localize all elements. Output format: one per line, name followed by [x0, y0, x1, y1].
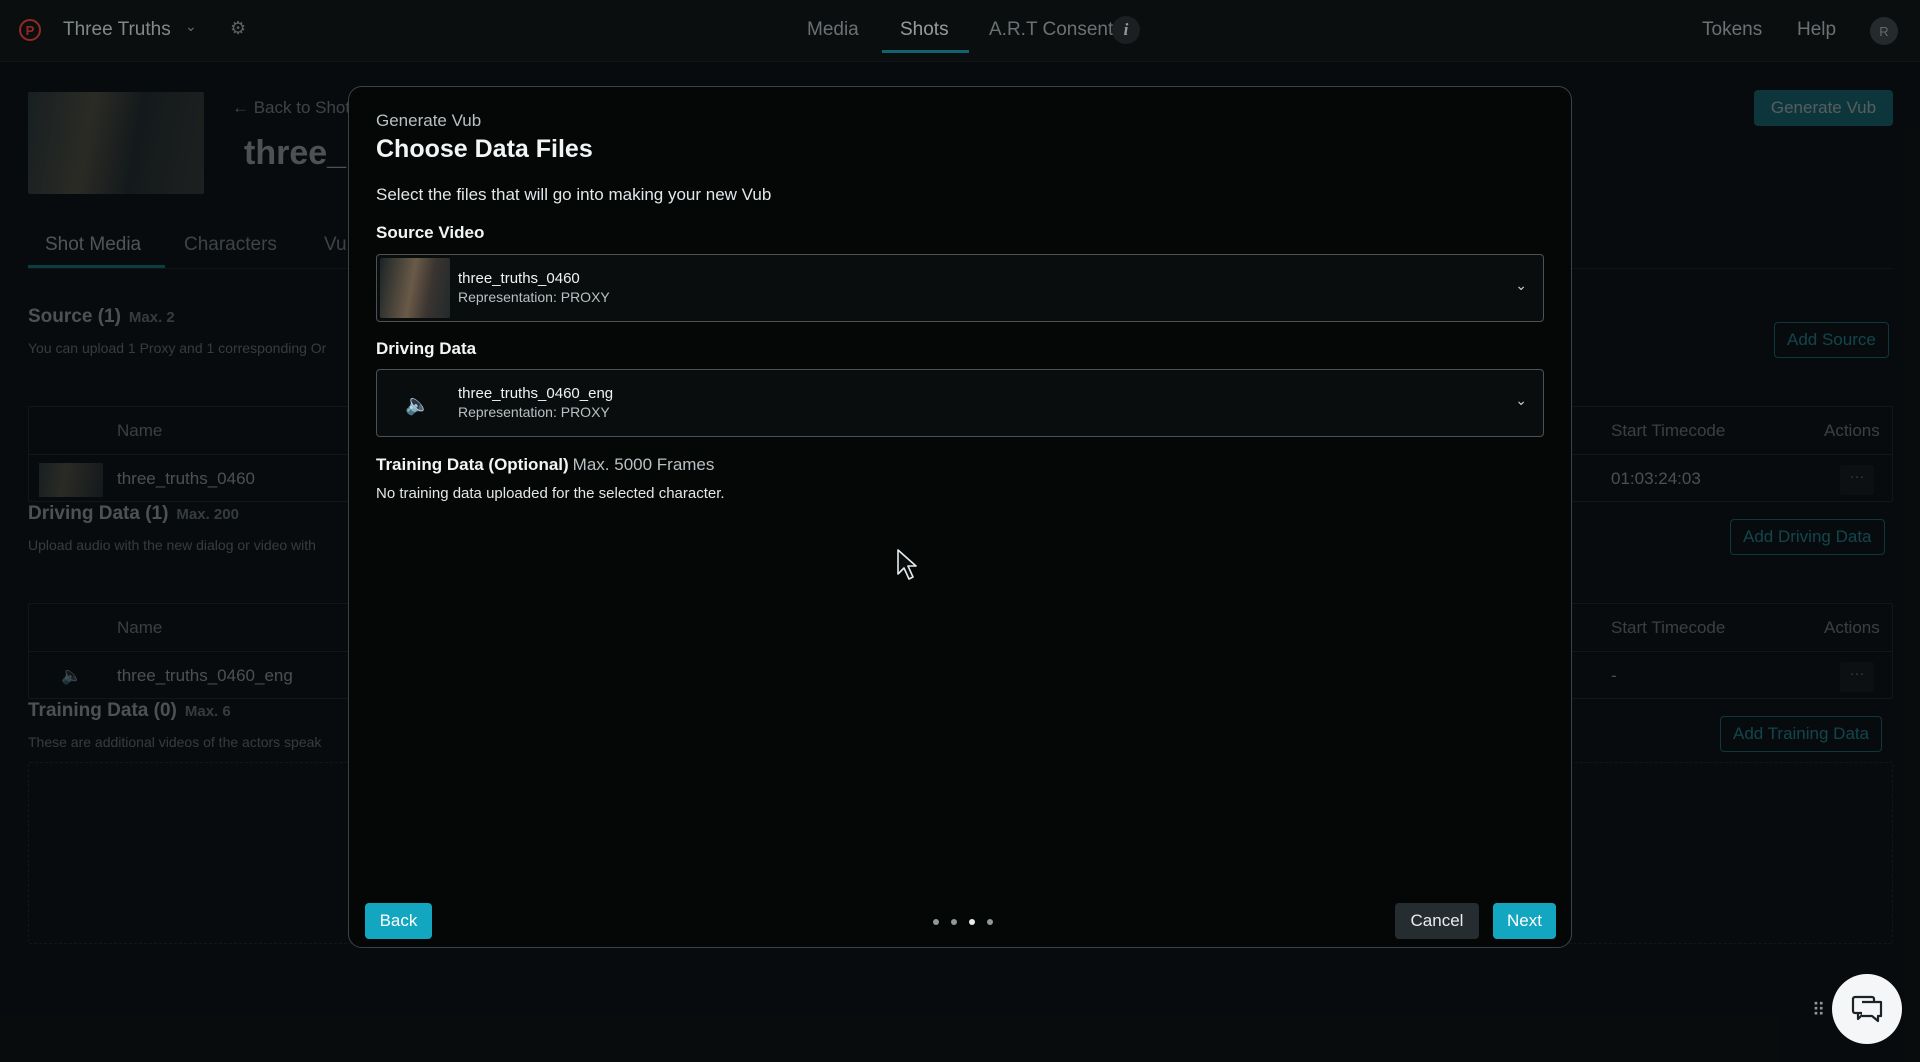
driving-data-representation: Representation: PROXY — [458, 404, 610, 420]
drag-grip-icon[interactable]: ⠿ — [1812, 1000, 1825, 1021]
chevron-down-icon[interactable]: ⌄ — [1515, 392, 1527, 409]
step-dot — [933, 919, 939, 925]
driving-data-name: three_truths_0460_eng — [458, 385, 614, 402]
back-button[interactable]: Back — [365, 903, 432, 939]
chat-button[interactable] — [1832, 974, 1902, 1044]
step-indicator — [933, 919, 993, 927]
cursor-icon — [897, 549, 917, 580]
training-data-max: Max. 5000 Frames — [572, 455, 715, 474]
source-video-label: Source Video — [376, 223, 485, 242]
source-video-representation: Representation: PROXY — [458, 289, 610, 305]
driving-data-select[interactable]: 🔈 three_truths_0460_eng Representation: … — [376, 369, 1544, 437]
training-data-label: Training Data (Optional) — [376, 455, 569, 474]
training-data-heading: Training Data (Optional) Max. 5000 Frames — [376, 455, 714, 475]
driving-data-label: Driving Data — [376, 339, 477, 358]
chevron-down-icon[interactable]: ⌄ — [1515, 277, 1527, 294]
source-video-thumbnail — [380, 258, 450, 318]
modal-description: Select the files that will go into makin… — [376, 185, 772, 204]
chat-icon — [1851, 995, 1883, 1023]
source-video-select[interactable]: three_truths_0460 Representation: PROXY … — [376, 254, 1544, 322]
generate-vub-modal: Generate Vub Choose Data Files Select th… — [348, 86, 1572, 948]
speaker-icon: 🔈 — [405, 394, 430, 416]
source-video-name: three_truths_0460 — [458, 270, 580, 287]
step-dot — [951, 919, 957, 925]
training-data-empty-message: No training data uploaded for the select… — [376, 485, 725, 502]
cancel-button[interactable]: Cancel — [1395, 903, 1479, 939]
step-dot-active — [969, 919, 975, 925]
next-button[interactable]: Next — [1493, 903, 1556, 939]
modal-title: Choose Data Files — [376, 135, 593, 163]
modal-eyebrow: Generate Vub — [376, 111, 482, 130]
step-dot — [987, 919, 993, 925]
